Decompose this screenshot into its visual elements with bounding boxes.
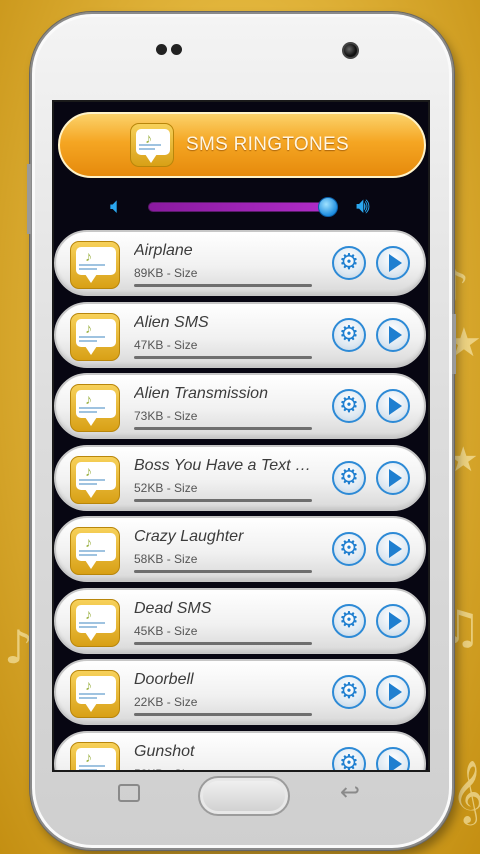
- ringtone-row[interactable]: ♪ Boss You Have a Text Message 52KB - Size…: [54, 444, 426, 511]
- ringtone-icon: ♪: [70, 527, 120, 575]
- ringtone-settings-button[interactable]: ⚙: [332, 460, 366, 495]
- app-screen: ♪ SMS RINGTONES 🔈︎ 🔊︎ ♪ Airplane 89KB - Si…: [52, 100, 430, 772]
- ringtone-name: Airplane: [134, 242, 193, 259]
- ringtone-progress-bar: [134, 284, 312, 287]
- page-title: SMS RINGTONES: [186, 134, 349, 155]
- ringtone-settings-button[interactable]: ⚙: [332, 389, 366, 423]
- volume-low-icon[interactable]: 🔈︎: [110, 194, 123, 219]
- play-icon: [388, 611, 402, 630]
- ringtone-icon: ♪: [70, 598, 120, 647]
- ringtone-row[interactable]: ♪ Doorbell 22KB - Size ⚙: [54, 659, 426, 725]
- ringtone-size: 47KB - Size: [134, 337, 198, 352]
- ringtone-icon: ♪: [70, 670, 120, 718]
- app-header: ♪ SMS RINGTONES: [58, 112, 426, 178]
- ringtone-size: 89KB - Size: [134, 266, 198, 280]
- recent-apps-button[interactable]: [118, 784, 140, 802]
- ringtone-icon: ♪: [70, 455, 120, 504]
- ringtone-name: Alien Transmission: [134, 385, 268, 402]
- play-icon: [388, 683, 402, 701]
- ringtone-settings-button[interactable]: ⚙: [332, 746, 366, 772]
- play-icon: [388, 540, 402, 558]
- ringtone-row[interactable]: ♪ Airplane 89KB - Size ⚙: [54, 230, 426, 296]
- front-camera: [342, 42, 359, 59]
- gear-icon: ⚙: [339, 607, 359, 633]
- gear-icon: ⚙: [339, 393, 359, 418]
- ringtone-name: Boss You Have a Text Message: [134, 456, 312, 474]
- play-icon: [388, 325, 402, 344]
- ringtone-name: Dead SMS: [134, 599, 212, 617]
- play-icon: [388, 254, 402, 272]
- ringtone-name: Crazy Laughter: [134, 528, 244, 545]
- volume-slider-knob[interactable]: [317, 197, 338, 217]
- ringtone-settings-button[interactable]: ⚙: [332, 317, 366, 352]
- gear-icon: ⚙: [339, 464, 359, 490]
- ringtone-icon: ♪: [70, 312, 120, 361]
- play-icon: [388, 754, 402, 770]
- ringtone-progress-bar: [134, 498, 312, 502]
- earpiece-speaker: [156, 44, 182, 55]
- ringtone-settings-button[interactable]: ⚙: [332, 603, 366, 638]
- volume-slider[interactable]: [148, 197, 338, 217]
- ringtone-size: 52KB - Size: [134, 480, 198, 495]
- ringtone-progress-bar: [134, 713, 312, 716]
- ringtone-play-button[interactable]: [376, 603, 410, 638]
- home-button[interactable]: [198, 776, 290, 816]
- ringtone-name: Gunshot: [134, 742, 195, 760]
- gear-icon: ⚙: [339, 250, 359, 275]
- ringtone-size: 22KB - Size: [134, 695, 198, 709]
- ringtone-progress-bar: [134, 427, 312, 430]
- treble-clef-decoration-icon: 𝄞: [452, 760, 480, 823]
- ringtone-play-button[interactable]: [376, 746, 410, 770]
- gear-icon: ⚙: [339, 679, 359, 704]
- ringtone-name: Doorbell: [134, 671, 194, 688]
- volume-control: 🔈︎ 🔊︎: [54, 188, 428, 224]
- ringtone-size: 58KB - Size: [134, 552, 198, 566]
- ringtone-play-button[interactable]: [376, 675, 410, 709]
- gear-icon: ⚙: [339, 321, 359, 347]
- phone-frame: ♪ SMS RINGTONES 🔈︎ 🔊︎ ♪ Airplane 89KB - Si…: [27, 12, 456, 850]
- ringtone-play-button[interactable]: [376, 532, 410, 566]
- ringtone-name: Alien SMS: [134, 313, 209, 331]
- ringtone-row[interactable]: ♪ Alien SMS 47KB - Size ⚙: [54, 301, 426, 368]
- ringtone-size: 52KB - Size: [134, 767, 197, 771]
- ringtone-row[interactable]: ♪ Alien Transmission 73KB - Size ⚙: [54, 373, 426, 439]
- ringtone-size: 73KB - Size: [134, 409, 198, 423]
- side-button: [27, 164, 31, 234]
- play-icon: [388, 468, 402, 487]
- back-button[interactable]: ↩: [340, 778, 360, 806]
- ringtone-icon: ♪: [70, 741, 120, 770]
- ringtone-play-button[interactable]: [376, 460, 410, 495]
- volume-high-icon[interactable]: 🔊︎: [356, 194, 370, 219]
- ringtone-settings-button[interactable]: ⚙: [332, 675, 366, 709]
- ringtone-settings-button[interactable]: ⚙: [332, 246, 366, 280]
- music-note-decoration-icon: ♪: [4, 620, 34, 674]
- ringtone-row[interactable]: ♪ Dead SMS 45KB - Size ⚙: [54, 587, 426, 654]
- side-button: [452, 314, 456, 374]
- ringtone-row[interactable]: ♪ Crazy Laughter 58KB - Size ⚙: [54, 516, 426, 582]
- ringtone-progress-bar: [134, 570, 312, 573]
- ringtone-settings-button[interactable]: ⚙: [332, 532, 366, 566]
- gear-icon: ⚙: [339, 750, 359, 772]
- ringtone-progress-bar: [134, 355, 312, 359]
- app-logo-icon: ♪: [130, 123, 174, 167]
- ringtone-icon: ♪: [70, 241, 120, 289]
- ringtone-play-button[interactable]: [376, 389, 410, 423]
- ringtone-progress-bar: [134, 641, 312, 645]
- ringtone-row[interactable]: ♪ Gunshot 52KB - Size ⚙: [54, 730, 426, 772]
- volume-slider-fill: [149, 203, 328, 211]
- play-icon: [388, 397, 402, 415]
- ringtone-play-button[interactable]: [376, 246, 410, 280]
- ringtone-icon: ♪: [70, 384, 120, 432]
- ringtone-size: 45KB - Size: [134, 623, 198, 638]
- gear-icon: ⚙: [339, 536, 359, 561]
- ringtone-play-button[interactable]: [376, 317, 410, 352]
